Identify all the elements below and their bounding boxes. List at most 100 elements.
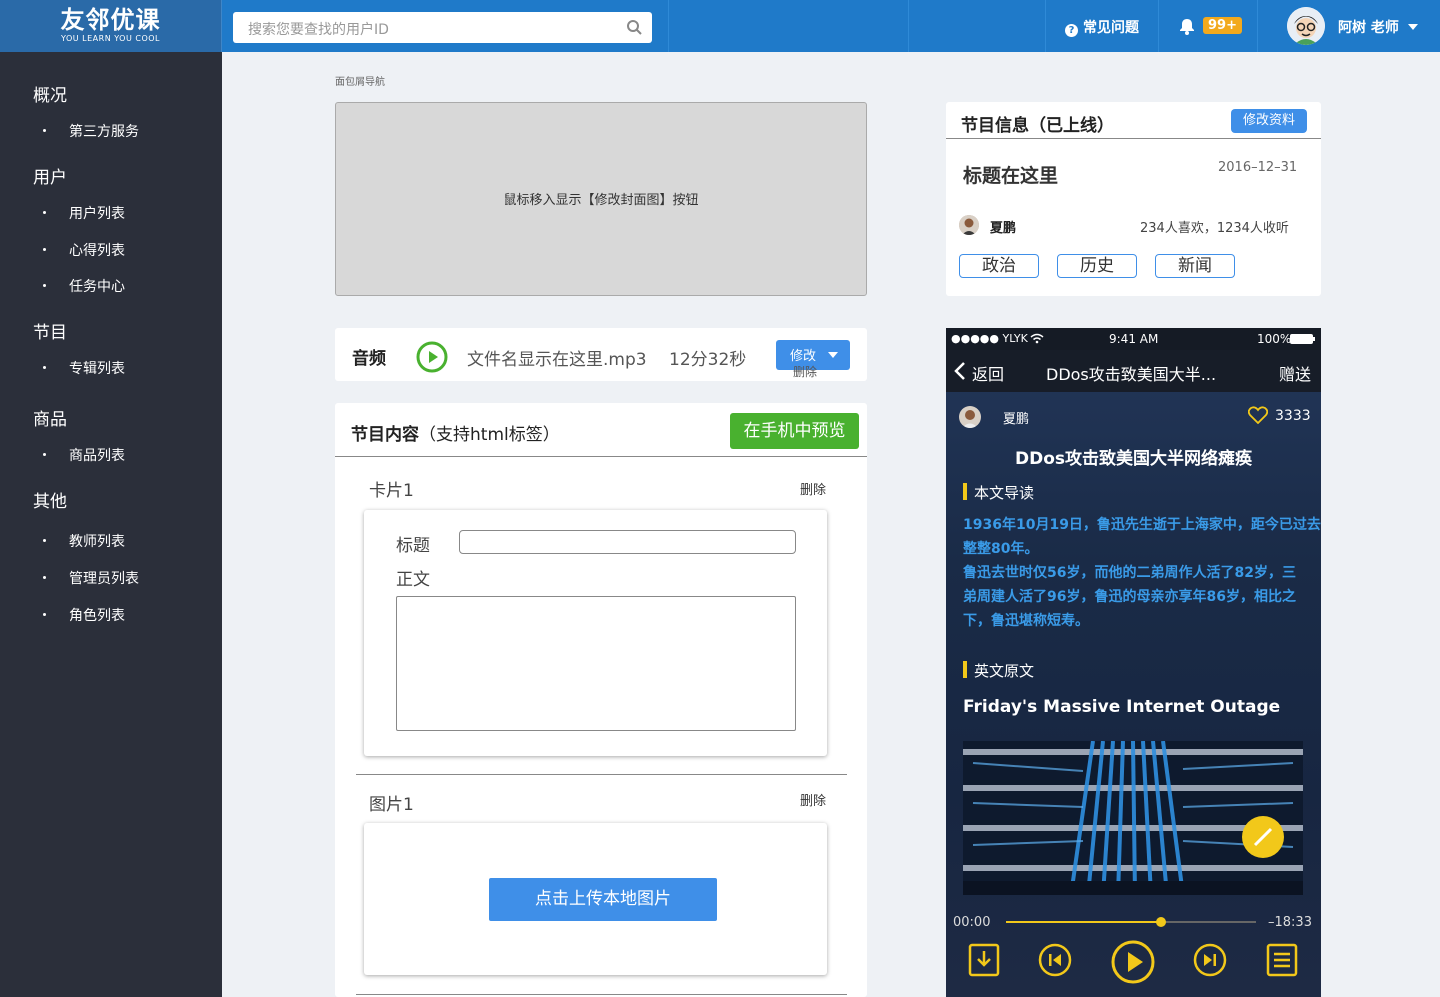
breadcrumb: 面包屑导航 <box>335 77 385 88</box>
article-title: DDos攻击致美国大半网络瘫痪 <box>1014 449 1253 469</box>
edit-info-button[interactable]: 修改资料 <box>1231 109 1307 133</box>
playlist-icon[interactable] <box>1266 943 1298 977</box>
card-name: 图片1 <box>369 795 414 815</box>
search-box[interactable]: 搜索您要查找的用户ID <box>233 12 652 43</box>
sidebar-item-teachers[interactable]: 教师列表 <box>69 531 125 551</box>
title-label: 标题 <box>396 536 430 556</box>
original-label: 英文原文 <box>974 662 1035 680</box>
divider <box>356 994 847 995</box>
phone-nav-bar: 返回 DDos攻击致美国大半... 赠送 <box>946 350 1321 392</box>
search-input[interactable]: 搜索您要查找的用户ID <box>248 19 389 39</box>
heart-icon[interactable] <box>1248 406 1268 424</box>
faq-link[interactable]: ? 常见问题 <box>1065 17 1139 37</box>
edit-pencil-icon[interactable] <box>1242 816 1284 858</box>
previous-icon[interactable] <box>1038 943 1072 977</box>
progress-handle[interactable] <box>1156 917 1166 927</box>
program-stats: 234人喜欢，1234人收听 <box>1140 221 1289 236</box>
original-title: Friday's Massive Internet Outage <box>963 697 1281 717</box>
person-icon <box>962 410 978 428</box>
delete-card-button[interactable]: 删除 <box>800 790 826 809</box>
phone-back-button[interactable]: 返回 <box>972 361 1004 385</box>
bullet-icon <box>43 129 46 132</box>
bullet-icon <box>43 539 46 542</box>
sidebar-section-goods[interactable]: 商品 <box>33 405 67 430</box>
sidebar-item-tasks[interactable]: 任务中心 <box>69 276 125 296</box>
delete-card-button[interactable]: 删除 <box>800 479 826 498</box>
sidebar-item-third-party[interactable]: 第三方服务 <box>69 121 139 141</box>
progress-fill <box>1006 921 1161 923</box>
phone-gift-button[interactable]: 赠送 <box>1279 361 1311 385</box>
author-name: 夏鹏 <box>990 221 1017 236</box>
sidebar-item-albums[interactable]: 专辑列表 <box>69 358 125 378</box>
audio-label: 音频 <box>352 349 386 369</box>
body-label: 正文 <box>396 570 430 590</box>
phone-preview: ●●●●● YLYK 9:41 AM 100% 返回 DDos攻击致美国大半..… <box>946 328 1321 997</box>
sidebar-section-overview[interactable]: 概况 <box>33 81 67 106</box>
progress-track[interactable] <box>1006 917 1256 927</box>
sidebar-item-admins[interactable]: 管理员列表 <box>69 568 139 588</box>
top-bar: 友邻优课 YOU LEARN YOU COOL 搜索您要查找的用户ID ? 常见问… <box>0 0 1440 52</box>
cover-image-area[interactable]: 鼠标移入显示【修改封面图】按钮 <box>335 102 867 296</box>
upload-image-button[interactable]: 点击上传本地图片 <box>489 878 717 921</box>
audio-delete-option[interactable]: 删除 <box>793 363 817 380</box>
sidebar-item-roles[interactable]: 角色列表 <box>69 605 125 625</box>
program-info-card: 节目信息（已上线） 修改资料 标题在这里 2016–12–31 夏鹏 234人喜… <box>946 102 1321 296</box>
brand-tagline: YOU LEARN YOU COOL <box>61 34 160 43</box>
card-body-textarea[interactable] <box>396 596 796 731</box>
audio-filename: 文件名显示在这里.mp3 <box>467 350 647 370</box>
card-title-input[interactable] <box>459 530 796 554</box>
like-count: 3333 <box>1275 408 1311 424</box>
play-pause-icon[interactable] <box>1111 940 1155 984</box>
sidebar-section-programs[interactable]: 节目 <box>33 318 67 343</box>
intro-line: 鲁迅去世时仅56岁，而他的二弟周作人活了82岁，三 <box>963 565 1296 581</box>
content-title-note: （支持html标签） <box>419 425 560 445</box>
chevron-down-icon[interactable] <box>1408 24 1418 30</box>
audio-duration: 12分32秒 <box>669 350 747 370</box>
edit-label: 修改 <box>790 349 817 364</box>
header-divider <box>908 0 909 52</box>
header-divider <box>1257 0 1258 52</box>
header-divider <box>1158 0 1159 52</box>
sidebar-item-notes[interactable]: 心得列表 <box>69 240 125 260</box>
user-name[interactable]: 阿树 老师 <box>1338 17 1399 37</box>
next-icon[interactable] <box>1193 943 1227 977</box>
audio-card: 音频 文件名显示在这里.mp3 12分32秒 修改 删除 <box>335 328 867 381</box>
back-chevron-icon[interactable] <box>954 361 966 381</box>
tag-news[interactable]: 新闻 <box>1155 254 1235 278</box>
cover-hint: 鼠标移入显示【修改封面图】按钮 <box>503 193 699 208</box>
text-card-editor: 标题 正文 <box>364 510 827 756</box>
phone-nav-title: DDos攻击致美国大半... <box>1046 365 1217 384</box>
section-marker <box>963 483 967 500</box>
card-name: 卡片1 <box>369 481 414 501</box>
download-icon[interactable] <box>968 943 1000 977</box>
status-time: 9:41 AM <box>1109 332 1159 346</box>
bullet-icon <box>43 248 46 251</box>
divider <box>356 774 847 775</box>
person-icon <box>959 215 979 235</box>
intro-line: 下，鲁迅堪称短寿。 <box>963 613 1089 629</box>
avatar[interactable] <box>1287 7 1325 45</box>
chevron-down-icon <box>828 352 838 358</box>
tag-politics[interactable]: 政治 <box>959 254 1039 278</box>
bell-icon[interactable] <box>1178 17 1196 35</box>
content-section-title: 节目内容（支持html标签） <box>351 420 560 445</box>
search-icon[interactable] <box>626 19 642 35</box>
preview-on-phone-button[interactable]: 在手机中预览 <box>730 413 859 449</box>
divider <box>335 456 867 457</box>
notification-badge[interactable]: 99+ <box>1203 17 1242 34</box>
tag-history[interactable]: 历史 <box>1057 254 1137 278</box>
remaining-time: –18:33 <box>1268 915 1312 930</box>
content-card: 节目内容（支持html标签） 在手机中预览 卡片1 删除 标题 正文 图片1 删… <box>335 403 867 997</box>
sidebar-section-other[interactable]: 其他 <box>33 487 67 512</box>
program-title: 标题在这里 <box>963 165 1059 187</box>
battery-percent: 100% <box>1257 332 1292 346</box>
sidebar-section-users[interactable]: 用户 <box>33 163 67 188</box>
sidebar-item-user-list[interactable]: 用户列表 <box>69 203 125 223</box>
play-icon[interactable] <box>416 341 448 373</box>
bullet-icon <box>43 366 46 369</box>
divider <box>946 138 1321 139</box>
audio-edit-dropdown[interactable]: 修改 删除 <box>776 340 850 379</box>
sidebar-item-goods-list[interactable]: 商品列表 <box>69 445 125 465</box>
phone-author-avatar <box>959 406 981 428</box>
brand-logo[interactable]: 友邻优课 YOU LEARN YOU COOL <box>0 0 222 52</box>
